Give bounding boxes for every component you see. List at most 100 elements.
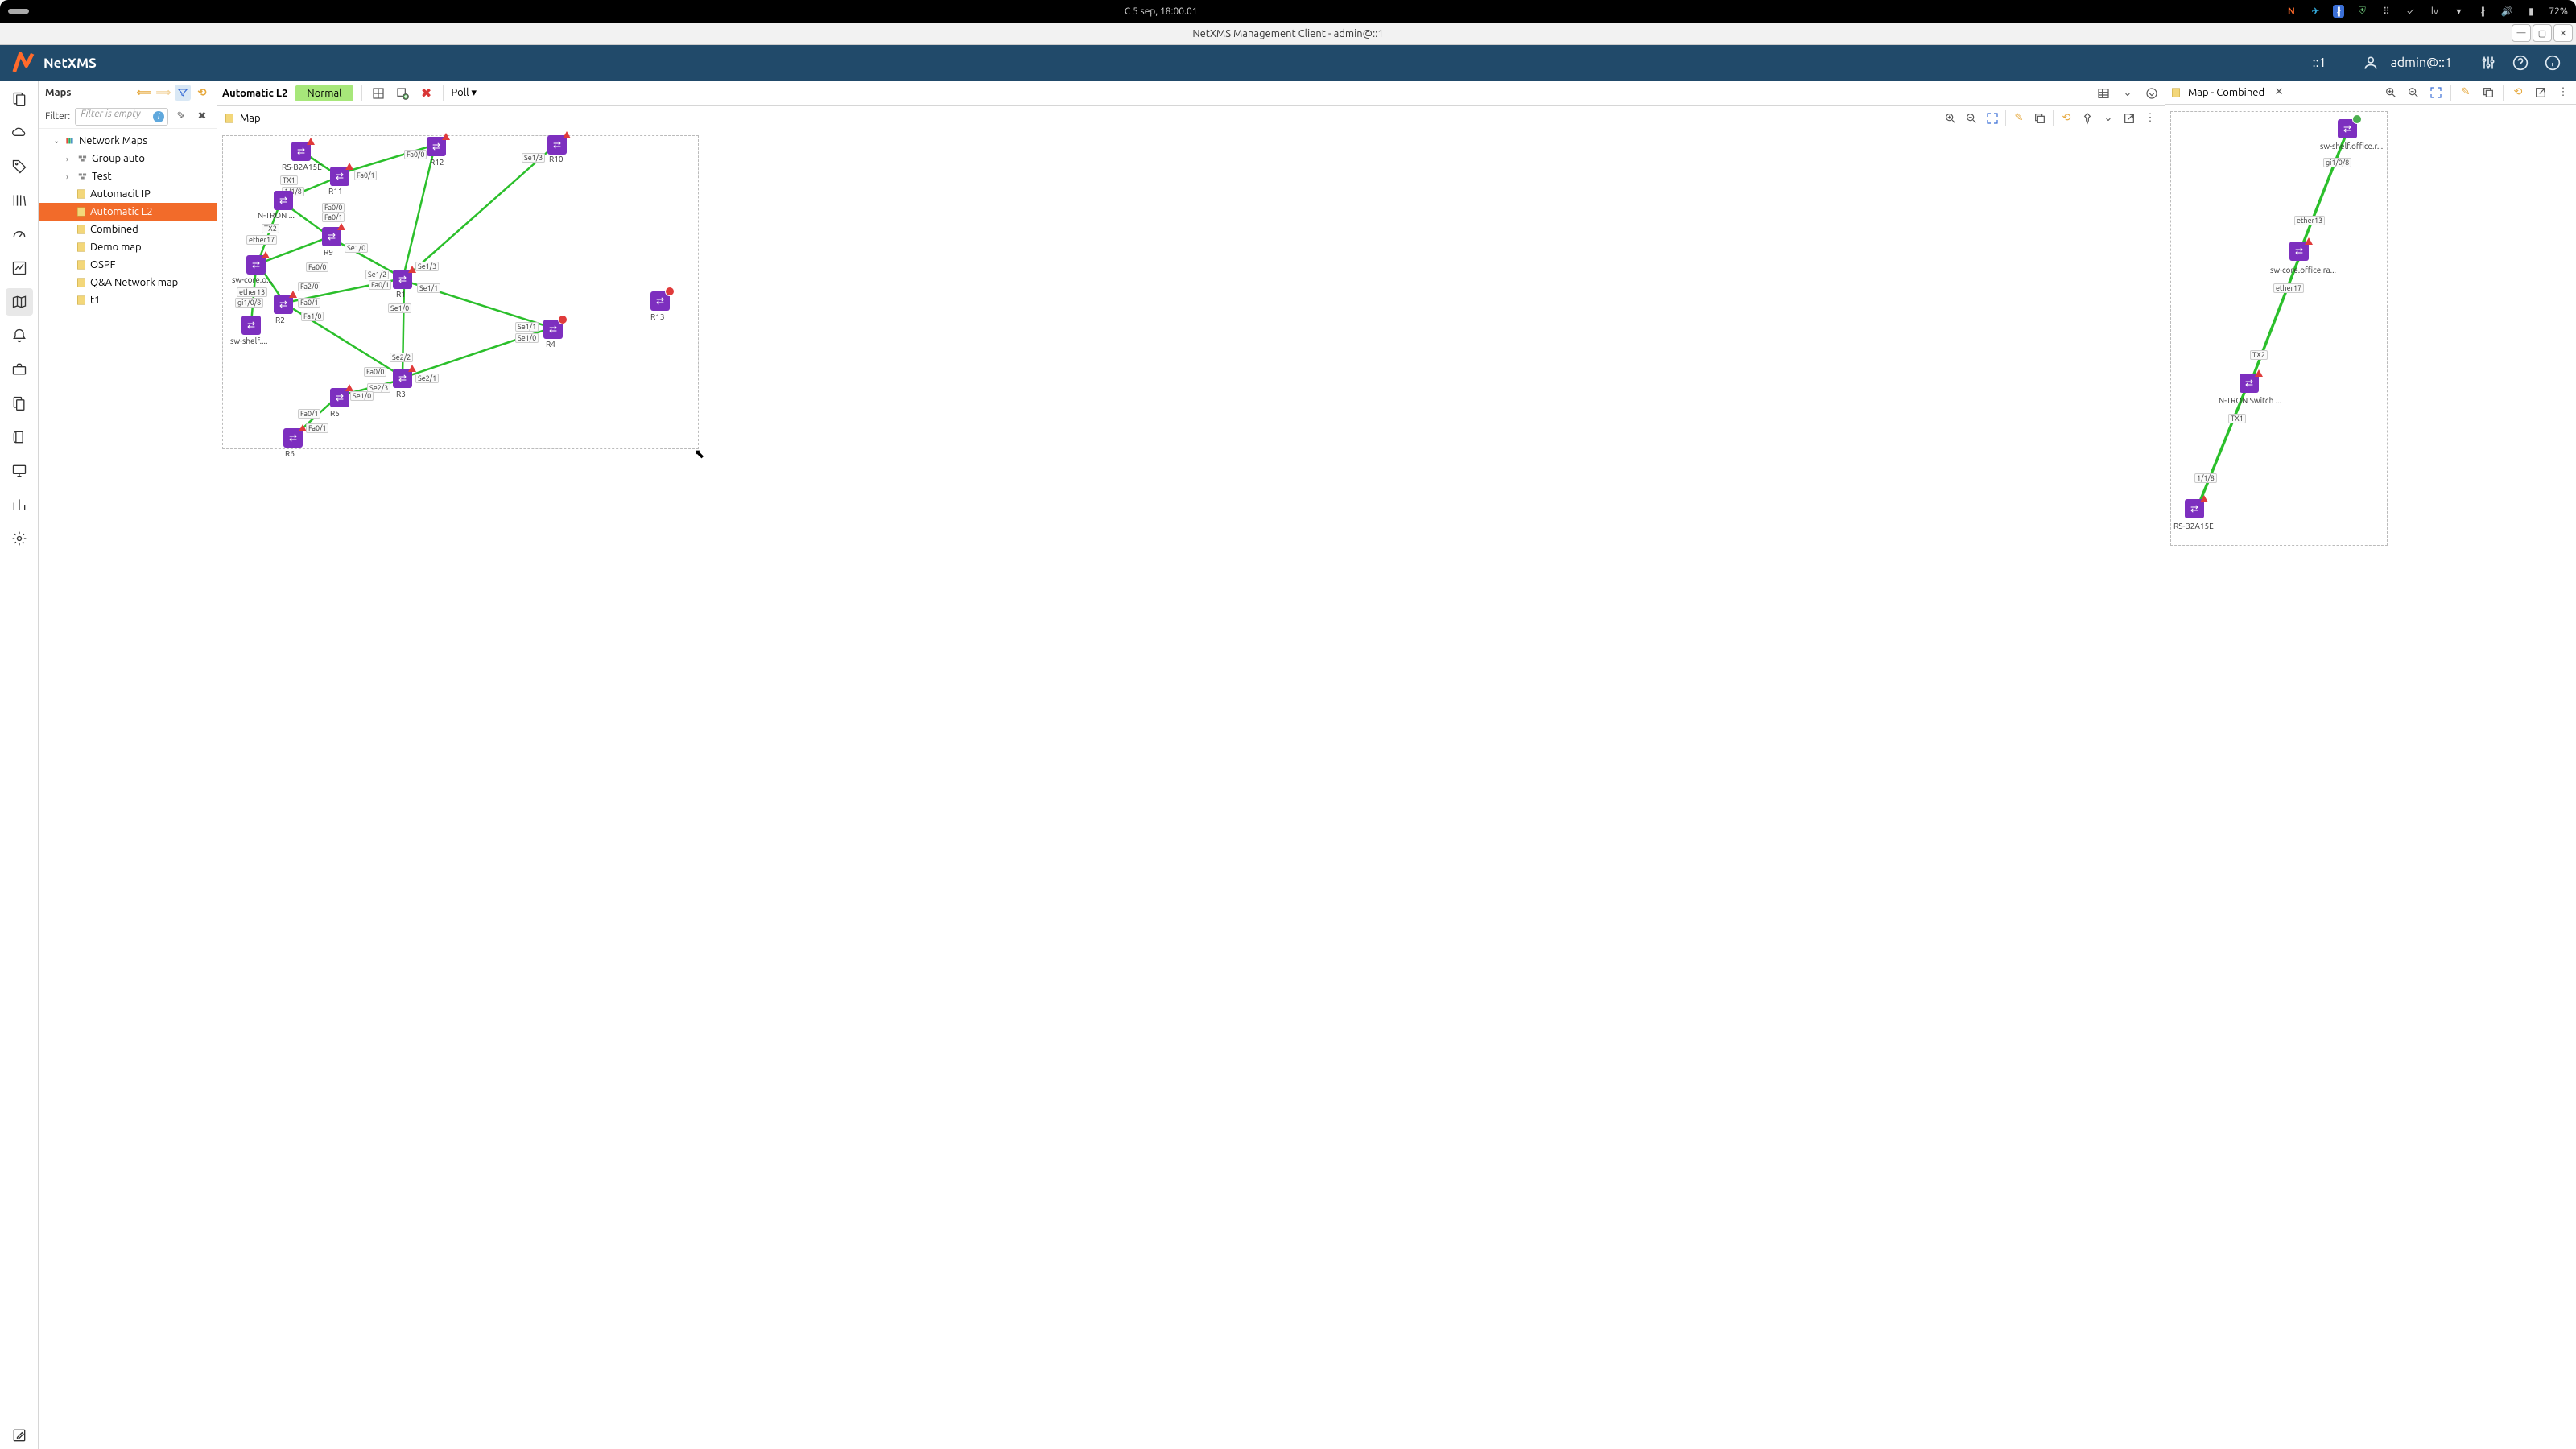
- filter-clear-icon[interactable]: ✎: [173, 109, 189, 125]
- tree-item-automacit-ip[interactable]: Automacit IP: [39, 185, 217, 203]
- zoom-in-icon[interactable]: [2383, 85, 2399, 101]
- rail-reports-icon[interactable]: [6, 390, 33, 417]
- copy-icon[interactable]: [2032, 110, 2048, 126]
- edit-pencil-icon[interactable]: ✎: [2011, 110, 2027, 126]
- rail-config-icon[interactable]: [6, 525, 33, 552]
- tree-item-combined[interactable]: Combined: [39, 221, 217, 238]
- chevron-down-icon[interactable]: ⌄: [2100, 110, 2116, 126]
- close-tab-icon[interactable]: ✕: [2271, 85, 2287, 101]
- node-r6[interactable]: [283, 428, 303, 448]
- settings-sliders-icon[interactable]: [2476, 51, 2500, 75]
- rail-edit-icon[interactable]: [6, 1422, 33, 1449]
- rail-alarms-icon[interactable]: [6, 322, 33, 349]
- nav-back-icon[interactable]: ⟸: [136, 85, 152, 101]
- right-tab-label[interactable]: Map - Combined: [2188, 87, 2264, 98]
- link-selection-icon[interactable]: ⟲: [194, 85, 210, 101]
- node-ntron[interactable]: [274, 191, 293, 210]
- node-r2[interactable]: [274, 295, 293, 314]
- filter-toggle-icon[interactable]: [175, 85, 191, 101]
- edit-pencil-icon[interactable]: ✎: [2458, 85, 2474, 101]
- os-menu-pill[interactable]: [8, 9, 29, 14]
- node-swshelf[interactable]: [242, 316, 261, 335]
- rail-chart-icon[interactable]: [6, 254, 33, 282]
- window-close-button[interactable]: ✕: [2553, 24, 2573, 42]
- tree-group-auto[interactable]: › Group auto: [39, 150, 217, 167]
- dropbox-icon[interactable]: ⠿: [2380, 5, 2392, 18]
- rail-library-icon[interactable]: [6, 187, 33, 214]
- user-icon[interactable]: [2359, 51, 2383, 75]
- battery-icon[interactable]: ▮: [2524, 5, 2537, 18]
- tree-item-t1[interactable]: t1: [39, 291, 217, 309]
- copy-icon[interactable]: [2480, 85, 2496, 101]
- node-r9[interactable]: [322, 227, 341, 246]
- link-refresh-icon[interactable]: ⟲: [2058, 110, 2074, 126]
- rail-maps-icon[interactable]: [6, 288, 33, 316]
- node-rs[interactable]: [2185, 499, 2204, 518]
- telegram-icon[interactable]: ✈: [2309, 5, 2322, 18]
- node-r12[interactable]: [427, 137, 446, 156]
- node-swcore[interactable]: [2289, 242, 2309, 261]
- info-icon[interactable]: [2541, 51, 2565, 75]
- shield-icon[interactable]: ⛨: [2355, 5, 2368, 18]
- tree-item-ospf[interactable]: OSPF: [39, 256, 217, 274]
- open-external-icon[interactable]: [2533, 85, 2549, 101]
- pin-icon[interactable]: [2079, 110, 2095, 126]
- chevron-down-icon[interactable]: ⌄: [2120, 85, 2136, 101]
- rail-scripts-icon[interactable]: [6, 423, 33, 451]
- header-user[interactable]: admin@::1: [2391, 56, 2452, 70]
- tree-item-automatic-l2[interactable]: Automatic L2: [39, 203, 217, 221]
- volume-icon[interactable]: 🔊: [2500, 5, 2513, 18]
- rail-tags-icon[interactable]: [6, 153, 33, 180]
- node-ntron[interactable]: [2240, 374, 2259, 393]
- rail-objects-icon[interactable]: [6, 85, 33, 113]
- right-map-canvas[interactable]: sw-shelf.office.r... gi1/0/8 ether13 sw-…: [2165, 105, 2576, 1449]
- zoom-fit-icon[interactable]: [2428, 85, 2444, 101]
- link-refresh-icon[interactable]: ⟲: [2510, 85, 2526, 101]
- rail-monitor-icon[interactable]: [6, 457, 33, 485]
- map-canvas[interactable]: RS-B2A15E TX1 1/1/8 R11 Fa0/1 Fa0/0 Fa0/…: [217, 130, 2165, 1449]
- bt-icon[interactable]: ∦: [2476, 5, 2489, 18]
- lang-indicator[interactable]: lv: [2428, 5, 2441, 18]
- zoom-out-icon[interactable]: [2405, 85, 2421, 101]
- rail-topology-icon[interactable]: [6, 491, 33, 518]
- node-r1[interactable]: [393, 270, 412, 289]
- breadcrumb-map[interactable]: Map: [240, 113, 261, 124]
- node-r3[interactable]: [393, 369, 412, 388]
- layout-grid-icon[interactable]: [370, 85, 386, 101]
- more-menu-icon[interactable]: ⋮: [2555, 85, 2571, 101]
- more-menu-icon[interactable]: ⋮: [2142, 110, 2158, 126]
- tree-item-demo-map[interactable]: Demo map: [39, 238, 217, 256]
- zoom-in-icon[interactable]: [1942, 110, 1959, 126]
- sync-ok-icon[interactable]: ✓: [2404, 5, 2417, 18]
- nav-forward-icon[interactable]: ⟹: [155, 85, 171, 101]
- rail-gauge-icon[interactable]: [6, 221, 33, 248]
- filter-info-icon[interactable]: i: [153, 111, 164, 122]
- tree-group-test[interactable]: › Test: [39, 167, 217, 185]
- node-r13[interactable]: [650, 291, 670, 311]
- node-r5[interactable]: [330, 388, 349, 407]
- collapse-icon[interactable]: [2144, 85, 2160, 101]
- bluetooth-tray-icon[interactable]: ∦: [2333, 5, 2344, 18]
- rail-business-icon[interactable]: [6, 356, 33, 383]
- delete-icon[interactable]: ✖: [419, 85, 435, 101]
- help-icon[interactable]: [2508, 51, 2533, 75]
- poll-dropdown[interactable]: Poll ▾: [452, 87, 477, 99]
- add-object-icon[interactable]: [394, 85, 411, 101]
- node-swshelf[interactable]: [2338, 119, 2357, 138]
- node-swcore[interactable]: [246, 255, 266, 275]
- open-external-icon[interactable]: [2121, 110, 2137, 126]
- node-r11[interactable]: [330, 167, 349, 186]
- window-maximize-button[interactable]: ▢: [2533, 24, 2552, 42]
- view-table-icon[interactable]: [2095, 85, 2112, 101]
- window-minimize-button[interactable]: —: [2512, 24, 2531, 42]
- node-rs[interactable]: [291, 142, 311, 161]
- tray-app-icon[interactable]: N: [2285, 5, 2297, 18]
- zoom-fit-icon[interactable]: [1984, 110, 2000, 126]
- wifi-icon[interactable]: ▾: [2452, 5, 2465, 18]
- node-r10[interactable]: [547, 135, 567, 155]
- maps-tree[interactable]: ⌄ Network Maps › Group auto › Test Autom…: [39, 129, 217, 1449]
- rail-cloud-icon[interactable]: [6, 119, 33, 147]
- tree-root-network-maps[interactable]: ⌄ Network Maps: [39, 132, 217, 150]
- zoom-out-icon[interactable]: [1963, 110, 1979, 126]
- node-r4[interactable]: [543, 320, 563, 339]
